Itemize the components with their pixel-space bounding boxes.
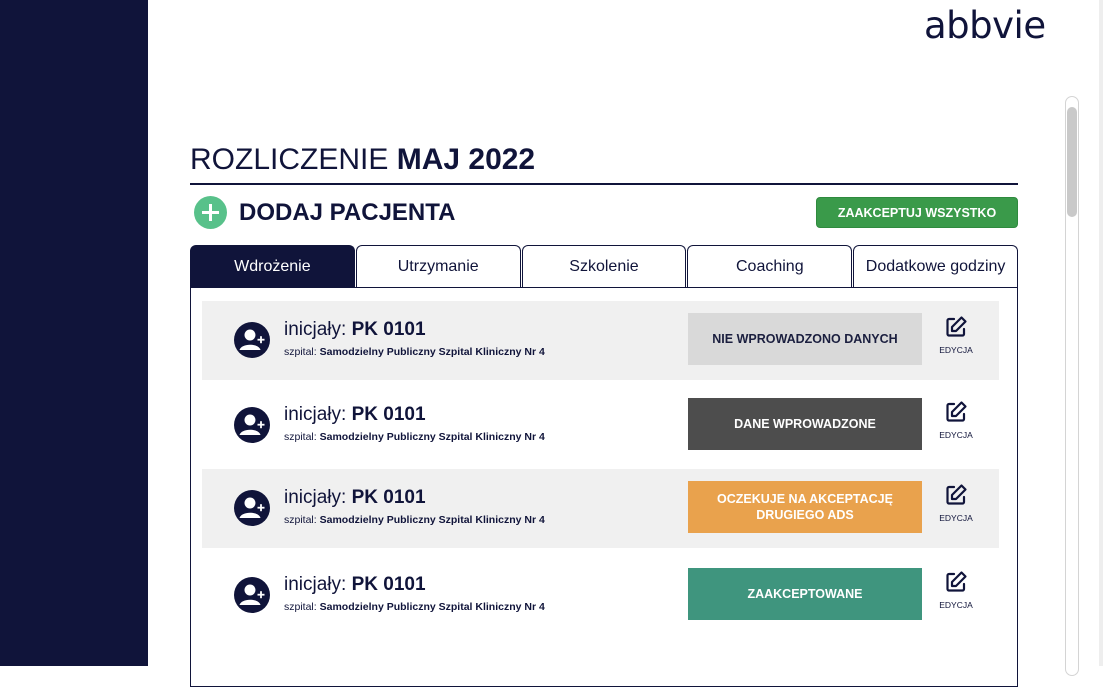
user-add-icon [234,577,270,613]
patient-row: inicjały: PK 0101 szpital: Samodzielny P… [202,301,999,380]
page-title-prefix: ROZLICZENIE [190,143,389,176]
patient-initials: inicjały: PK 0101 [284,487,426,509]
patient-hospital: szpital: Samodzielny Publiczny Szpital K… [284,431,545,443]
edit-label: EDYCJA [939,600,973,610]
plus-circle-icon [194,196,227,229]
status-badge: OCZEKUJE NA AKCEPTACJĘ DRUGIEGO ADS [688,481,922,533]
hospital-label: szpital: [284,346,317,358]
initials-label: inicjały: [284,574,347,595]
sidebar [0,0,148,666]
edit-label: EDYCJA [939,513,973,523]
initials-value: PK 0101 [351,404,426,425]
user-add-icon [234,490,270,526]
edit-label: EDYCJA [939,345,973,355]
status-badge: NIE WPROWADZONO DANYCH [688,313,922,365]
tab-utrzymanie[interactable]: Utrzymanie [355,245,521,287]
hospital-name: Samodzielny Publiczny Szpital Kliniczny … [319,601,545,613]
edit-button[interactable]: EDYCJA [936,400,976,440]
initials-label: inicjały: [284,404,347,425]
patient-initials: inicjały: PK 0101 [284,319,426,341]
add-patient-label: DODAJ PACJENTA [239,198,456,226]
patient-hospital: szpital: Samodzielny Publiczny Szpital K… [284,514,545,526]
user-add-icon [234,322,270,358]
add-patient-button[interactable]: DODAJ PACJENTA [194,196,455,229]
edit-button[interactable]: EDYCJA [936,483,976,523]
tab-wdrozenie[interactable]: Wdrożenie [190,245,355,287]
user-add-icon [234,407,270,443]
status-badge: ZAAKCEPTOWANE [688,568,922,620]
hospital-name: Samodzielny Publiczny Szpital Kliniczny … [319,346,545,358]
edit-icon [946,571,967,592]
edit-icon [946,484,967,505]
hospital-label: szpital: [284,601,317,613]
edit-icon [946,401,967,422]
scrollbar-thumb[interactable] [1067,107,1077,217]
tab-bar: Wdrożenie Utrzymanie Szkolenie Coaching … [190,245,1018,287]
page-title-period: MAJ 2022 [396,143,536,176]
hospital-name: Samodzielny Publiczny Szpital Kliniczny … [319,431,545,443]
hospital-label: szpital: [284,431,317,443]
tab-szkolenie[interactable]: Szkolenie [521,245,687,287]
initials-label: inicjały: [284,487,347,508]
initials-value: PK 0101 [351,319,426,340]
patient-initials: inicjały: PK 0101 [284,404,426,426]
edit-button[interactable]: EDYCJA [936,570,976,610]
initials-value: PK 0101 [351,487,426,508]
edit-button[interactable]: EDYCJA [936,315,976,355]
window-edge [1099,0,1103,666]
patient-row: inicjały: PK 0101 szpital: Samodzielny P… [202,386,999,465]
abbvie-logo: abbvie [924,4,1046,47]
page-title: ROZLICZENIE MAJ 2022 [190,142,535,178]
patient-row: inicjały: PK 0101 szpital: Samodzielny P… [202,556,999,635]
initials-label: inicjały: [284,319,347,340]
hospital-label: szpital: [284,514,317,526]
patient-hospital: szpital: Samodzielny Publiczny Szpital K… [284,601,545,613]
tab-dodatkowe-godziny[interactable]: Dodatkowe godziny [853,245,1018,287]
patient-row: inicjały: PK 0101 szpital: Samodzielny P… [202,469,999,548]
edit-label: EDYCJA [939,430,973,440]
patient-list-panel: inicjały: PK 0101 szpital: Samodzielny P… [190,287,1018,687]
title-divider [190,183,1018,185]
patient-hospital: szpital: Samodzielny Publiczny Szpital K… [284,346,545,358]
status-badge: DANE WPROWADZONE [688,398,922,450]
edit-icon [946,316,967,337]
hospital-name: Samodzielny Publiczny Szpital Kliniczny … [319,514,545,526]
accept-all-button[interactable]: ZAAKCEPTUJ WSZYSTKO [816,197,1018,228]
tab-coaching[interactable]: Coaching [687,245,853,287]
patient-initials: inicjały: PK 0101 [284,574,426,596]
initials-value: PK 0101 [351,574,426,595]
